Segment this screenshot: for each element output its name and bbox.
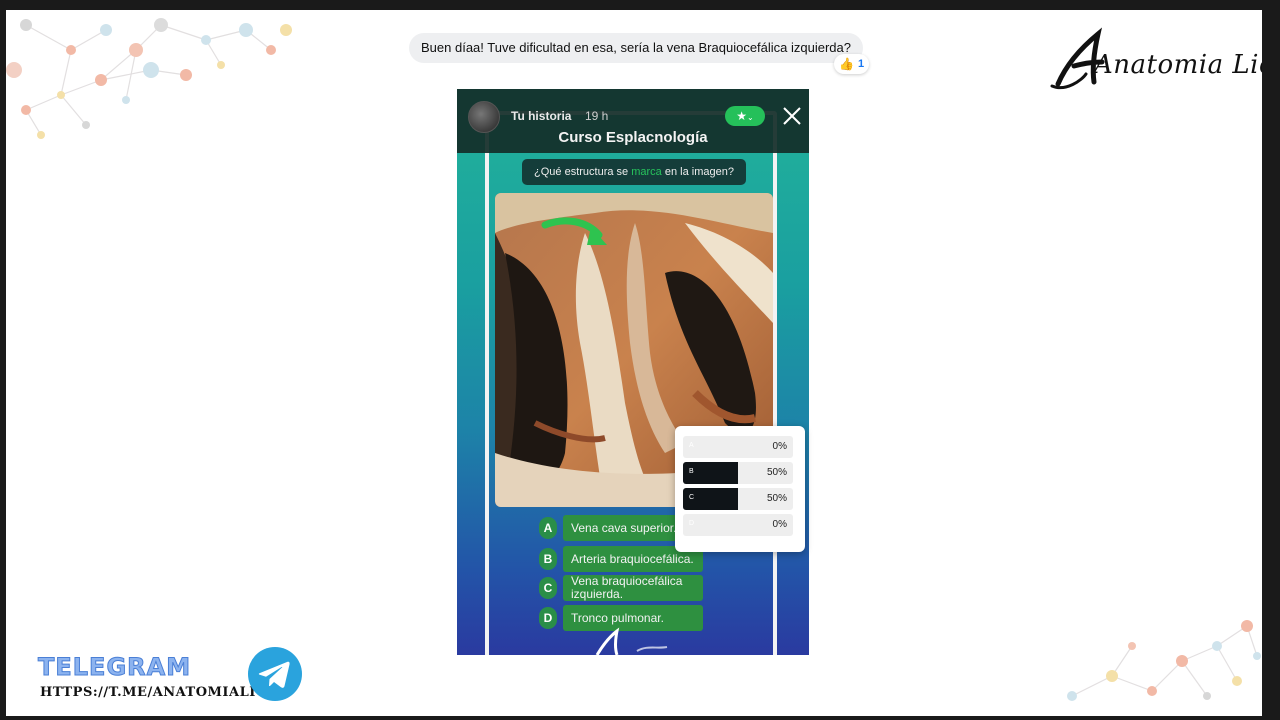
chat-message-bubble: Buen díaa! Tuve dificultad en esa, sería… <box>409 33 863 63</box>
video-frame: Buen díaa! Tuve dificultad en esa, sería… <box>6 10 1262 716</box>
thumbs-up-icon: 👍 <box>839 57 854 71</box>
option-text: Vena braquiocefálica izquierda. <box>563 575 703 601</box>
molecule-network-decoration <box>1067 620 1261 701</box>
option-letter: C <box>539 577 557 599</box>
result-letter: C <box>689 494 695 501</box>
reaction-count: 1 <box>857 58 865 70</box>
telegram-url[interactable]: HTTPS://T.ME/ANATOMIALIO <box>40 685 268 700</box>
molecule-network-decoration <box>6 18 292 139</box>
close-friends-star-button[interactable]: ★⌄ <box>725 106 765 126</box>
result-percent: 50% <box>766 493 787 504</box>
chevron-down-icon: ⌄ <box>747 113 754 122</box>
option-letter: D <box>539 607 557 629</box>
poll-result-row: D 0% <box>683 514 793 536</box>
story-username[interactable]: Tu historia <box>511 109 571 123</box>
result-percent: 0% <box>772 519 787 530</box>
result-percent: 0% <box>772 441 787 452</box>
story-watermark-logo <box>595 627 668 655</box>
question-text-before: ¿Qué estructura se <box>534 166 632 178</box>
answer-option-c[interactable]: C Vena braquiocefálica izquierda. <box>539 575 703 601</box>
story-timestamp: 19 h <box>585 109 609 123</box>
story-title: Curso Esplacnología <box>558 129 708 146</box>
option-letter: A <box>539 517 557 539</box>
chat-message-text: Buen díaa! Tuve dificultad en esa, sería… <box>421 40 851 55</box>
poll-results-panel: A 0% B 50% C 50% D 0% <box>675 426 805 552</box>
instagram-story: Tu historia 19 h ★⌄ Curso Esplacnología … <box>457 89 809 655</box>
question-prompt: ¿Qué estructura se marca en la imagen? <box>522 159 746 185</box>
close-icon[interactable] <box>781 105 803 127</box>
telegram-label: TELEGRAM <box>37 653 192 682</box>
question-highlight: marca <box>631 166 662 178</box>
result-percent: 50% <box>766 467 787 478</box>
option-letter: B <box>539 548 557 570</box>
result-letter: A <box>689 442 694 449</box>
brand-logo-text: Anatomia Lio <box>1094 50 1262 80</box>
reaction-badge[interactable]: 👍 1 <box>834 54 870 74</box>
poll-result-row: B 50% <box>683 462 793 484</box>
result-letter: B <box>689 468 694 475</box>
result-letter: D <box>689 520 695 527</box>
telegram-icon[interactable] <box>247 646 303 702</box>
star-icon: ★ <box>736 109 748 123</box>
question-text-after: en la imagen? <box>661 166 734 178</box>
green-pointer-arrow-icon <box>541 217 607 245</box>
poll-result-row: C 50% <box>683 488 793 510</box>
poll-result-row: A 0% <box>683 436 793 458</box>
